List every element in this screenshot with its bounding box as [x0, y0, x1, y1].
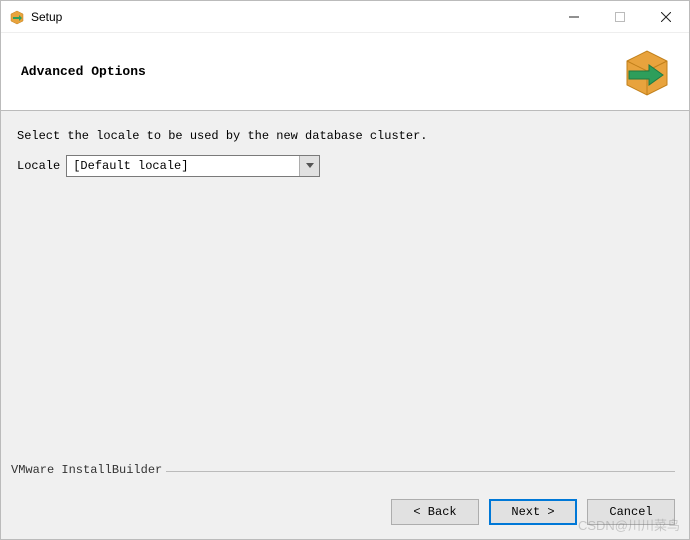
back-button[interactable]: < Back	[391, 499, 479, 525]
cancel-button[interactable]: Cancel	[587, 499, 675, 525]
content-area: Select the locale to be used by the new …	[1, 111, 689, 471]
window-controls	[551, 1, 689, 33]
locale-label: Locale	[17, 159, 60, 173]
next-button[interactable]: Next >	[489, 499, 577, 525]
locale-select[interactable]: [Default locale]	[66, 155, 320, 177]
button-row: < Back Next > Cancel	[11, 499, 675, 525]
close-button[interactable]	[643, 1, 689, 33]
locale-select-value: [Default locale]	[67, 156, 299, 176]
locale-field-row: Locale [Default locale]	[17, 155, 673, 177]
maximize-button	[597, 1, 643, 33]
page-title: Advanced Options	[21, 64, 146, 79]
chevron-down-icon[interactable]	[299, 156, 319, 176]
footer: VMware InstallBuilder < Back Next > Canc…	[1, 471, 689, 539]
installer-logo-icon	[619, 43, 675, 102]
window-title: Setup	[31, 10, 62, 24]
footer-branding: VMware InstallBuilder	[11, 463, 166, 477]
titlebar: Setup	[1, 1, 689, 33]
app-icon	[9, 9, 25, 25]
instruction-text: Select the locale to be used by the new …	[17, 129, 673, 143]
header: Advanced Options	[1, 33, 689, 111]
minimize-button[interactable]	[551, 1, 597, 33]
